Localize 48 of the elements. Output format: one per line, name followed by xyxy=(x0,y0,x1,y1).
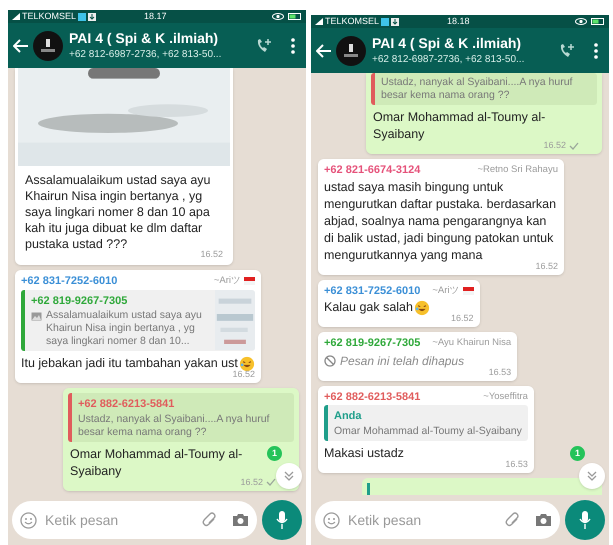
quote-sender: +62 882-6213-5841 xyxy=(78,397,174,412)
clock-time: 18.17 xyxy=(144,10,167,23)
sender-phone[interactable]: +62 882-6213-5841 xyxy=(324,388,420,405)
message-input[interactable]: Ketik pesan xyxy=(315,501,560,539)
quote-text: Omar Mohammad al-Toumy al-Syaibany xyxy=(334,424,522,438)
sender-name: ~Ariツ xyxy=(214,274,241,288)
carrier-name: TELKOMSEL xyxy=(325,15,380,28)
message-text: Omar Mohammad al-Toumy al-Syaibany xyxy=(372,109,546,142)
sender-name: ~Yoseffitra xyxy=(483,390,528,404)
message-time: 16.52 xyxy=(450,313,474,324)
quoted-message[interactable]: Anda Omar Mohammad al-Toumy al-Syaibany xyxy=(324,405,528,440)
message-text: Itu jebakan jadi itu tambahan yakan ust xyxy=(21,355,238,370)
clock-time: 18.18 xyxy=(447,15,470,28)
quoted-message[interactable]: Ustadz, nanyak al Syaibani....A nya huruf besar kema nama orang ?? xyxy=(371,73,597,105)
message-time: 16.52 xyxy=(232,369,255,380)
message-input[interactable]: Ketik pesan xyxy=(12,501,257,539)
message-time: 16.52 xyxy=(240,476,263,488)
carrier-name: TELKOMSEL xyxy=(22,10,76,23)
sender-phone[interactable]: +62 819-9267-7305 xyxy=(324,335,420,352)
quote-text: Ustadz, nanyak al Syaibani....A nya huruf besar kema nama orang ?? xyxy=(78,412,270,438)
quote-sender: +62 819-9267-7305 xyxy=(31,294,128,308)
quoted-message[interactable]: +62 882-6213-5841 Ustadz, nanyak al Syaibani....A nya huruf besar kema nama orang ?? xyxy=(68,393,294,442)
unread-badge: 1 xyxy=(570,446,585,461)
sender-phone[interactable]: +62 831-7252-6010 xyxy=(324,282,420,299)
message-text: Omar Mohammad al-Toumy al-Syaibany xyxy=(69,446,244,478)
message-text: Assalamualaikum ustad saya ayu Khairun Nisa ingin bertanya , yg saya lingkari nomer 8 dan 10 apa kah itu juga dibuat ke dlm daftar pustaka ustad ??? xyxy=(25,172,211,251)
sender-phone[interactable]: +62 821-6674-3124 xyxy=(324,162,420,178)
quoted-message[interactable]: +62 819-9267-7305 Assalamualaikum ustad saya ayu Khairun Nisa ingin bertanya , yg saya lingkari nomer 8 dan 10... xyxy=(21,290,255,351)
sender-phone[interactable]: +62 831-7252-6010 xyxy=(21,273,118,290)
message-time: 16.53 xyxy=(488,366,512,378)
sender-name: ~Retno Sri Rahayu xyxy=(477,163,558,178)
message-text: ustad saya masih bingung untuk mengurutkan daftar pustaka. berdasarkan abjad, soalnya nama pengarangnya kan di balik ustad, jadi bingung patokan untuk mengurutkannya yang mana xyxy=(324,178,558,262)
message-time: 16.53 xyxy=(505,458,528,470)
message-time: 16.52 xyxy=(200,249,223,260)
quote-text: Assalamualaikum ustad saya ayu Khairun Nisa ingin bertanya , yg saya lingkari nomer 8 dan 10... xyxy=(46,309,203,348)
group-title[interactable]: PAI 4 ( Spi & K .ilmiah) xyxy=(372,34,522,52)
quote-sender: Anda xyxy=(334,409,362,424)
sender-name: ~Ariツ xyxy=(432,284,460,298)
quote-text: Ustadz, nanyak al Syaibani....A nya huruf besar kema nama orang ?? xyxy=(381,76,574,102)
sender-name: ~Ayu Khairun Nisa xyxy=(432,336,512,350)
message-time: 16.52 xyxy=(543,140,566,151)
message-text: Kalau gak salah xyxy=(324,299,413,316)
group-members: +62 812-6987-2736, +62 813-50... xyxy=(372,52,524,66)
group-title[interactable]: PAI 4 ( Spi & K .ilmiah) xyxy=(69,30,218,46)
deleted-message-text: Pesan ini telah dihapus xyxy=(340,352,464,370)
message-time: 16.52 xyxy=(535,260,558,272)
group-members: +62 812-6987-2736, +62 813-50... xyxy=(69,48,222,62)
message-text: Makasi ustadz xyxy=(324,444,404,462)
